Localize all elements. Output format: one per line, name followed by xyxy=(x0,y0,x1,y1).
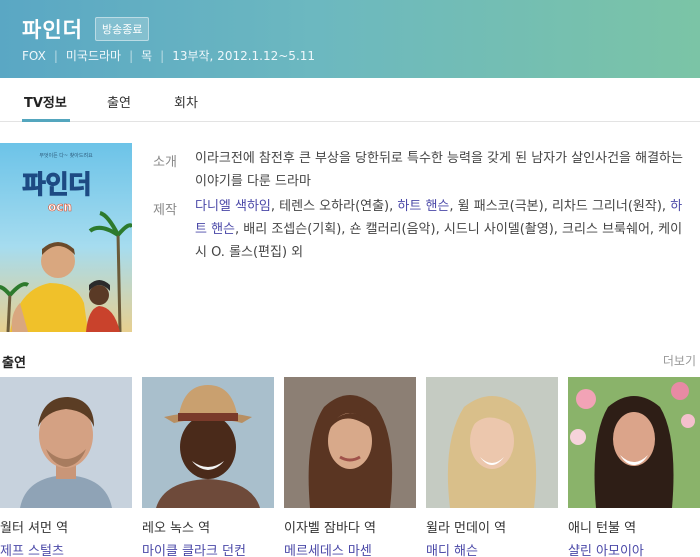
cast-card[interactable]: 이자벨 잠바다 역 메르세데스 마센 xyxy=(284,377,416,557)
program-title[interactable]: 파인더 xyxy=(22,14,83,44)
poster-channel: ocn xyxy=(48,200,72,214)
cast-photo[interactable] xyxy=(284,377,416,508)
meta-genre: 미국드라마 xyxy=(65,49,122,63)
cast-role: 레오 녹스 역 xyxy=(142,521,211,536)
credit-text: , 윌 패스코(극본), 리차드 그리너(원작), xyxy=(449,199,671,214)
cast-photo[interactable] xyxy=(0,377,132,508)
cast-role: 애니 턴불 역 xyxy=(568,521,637,536)
cast-heading: 출연 xyxy=(2,356,26,371)
tab-cast[interactable]: 출연 xyxy=(107,92,131,111)
cast-card[interactable]: 윌라 먼데이 역 매디 해슨 xyxy=(426,377,558,557)
program-header: 파인더 방송종료 FOX | 미국드라마 | 목 | 13부작, 2012.1.… xyxy=(0,0,700,78)
meta-network: FOX xyxy=(22,48,46,63)
meta-weekday: 목 xyxy=(141,49,153,63)
tab-bar: TV정보 출연 회차 xyxy=(0,78,700,122)
cast-actor-link[interactable]: 마이클 클라크 던컨 xyxy=(142,540,274,557)
cast-card[interactable]: 애니 턴불 역 샬린 아모이아 xyxy=(568,377,700,557)
poster-image[interactable]: 무엇이든 다~ 찾아드려요 파인더 ocn xyxy=(0,143,132,332)
meta-episodes: 13부작, 2012.1.12~5.11 xyxy=(172,49,316,63)
cast-actor-link[interactable]: 매디 해슨 xyxy=(426,540,558,557)
tab-tv-info[interactable]: TV정보 xyxy=(24,92,67,111)
active-tab-indicator xyxy=(22,119,70,122)
meta-divider: | xyxy=(129,48,134,63)
cast-actor-link[interactable]: 메르세데스 마센 xyxy=(284,540,416,557)
cast-role: 월터 셔먼 역 xyxy=(0,521,69,536)
cast-role: 이자벨 잠바다 역 xyxy=(284,521,376,536)
production-credits: 다니엘 색하임, 테렌스 오하라(연출), 하트 핸슨, 윌 패스코(극본), … xyxy=(195,195,690,264)
poster-logo: 파인더 xyxy=(22,170,91,199)
credit-text: , 테렌스 오하라(연출), xyxy=(270,199,398,214)
credit-daniel-sackheim-link[interactable]: 다니엘 색하임 xyxy=(195,199,271,214)
intro-label: 소개 xyxy=(153,155,177,170)
cast-photo[interactable] xyxy=(142,377,274,508)
cast-card[interactable]: 레오 녹스 역 마이클 클라크 던컨 xyxy=(142,377,274,557)
title-row: 파인더 방송종료 xyxy=(22,14,150,44)
meta-divider: | xyxy=(53,48,58,63)
poster-illustration: 무엇이든 다~ 찾아드려요 파인더 ocn xyxy=(0,143,132,332)
cast-card[interactable]: 월터 셔먼 역 제프 스털츠 xyxy=(0,377,132,557)
cast-actor-link[interactable]: 제프 스털츠 xyxy=(0,540,132,557)
credit-text: , 배리 조셉슨(기획), 숀 캘러리(음악), 시드니 사이델(촬영), 크리… xyxy=(195,222,683,260)
intro-text: 이라크전에 참전후 큰 부상을 당한뒤로 특수한 능력을 갖게 된 남자가 살인… xyxy=(195,151,683,189)
poster-tagline: 무엇이든 다~ 찾아드려요 xyxy=(39,152,93,159)
more-link[interactable]: 더보기 xyxy=(663,352,696,369)
program-meta: FOX | 미국드라마 | 목 | 13부작, 2012.1.12~5.11 xyxy=(22,47,315,64)
tab-episodes[interactable]: 회차 xyxy=(174,92,198,111)
meta-divider: | xyxy=(160,48,165,63)
cast-photo[interactable] xyxy=(426,377,558,508)
cast-role: 윌라 먼데이 역 xyxy=(426,521,507,536)
cast-actor-link[interactable]: 샬린 아모이아 xyxy=(568,540,700,557)
status-badge: 방송종료 xyxy=(94,17,150,41)
credit-hart-hanson-link[interactable]: 하트 핸슨 xyxy=(397,199,449,214)
cast-photo[interactable] xyxy=(568,377,700,508)
production-label: 제작 xyxy=(153,203,177,218)
